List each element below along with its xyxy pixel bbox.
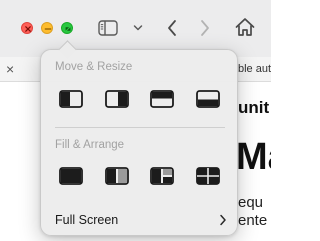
chevron-down-icon[interactable] xyxy=(133,24,143,32)
zoom-window-button[interactable] xyxy=(61,22,73,34)
page-subheading: unit xyxy=(238,98,270,117)
minimize-window-button[interactable] xyxy=(41,22,53,34)
fill-screen-icon xyxy=(59,167,83,185)
tile-right-half-button[interactable] xyxy=(104,86,130,112)
browser-window: × ble auto unit Ma equ ente Move & Resiz… xyxy=(0,0,271,241)
arrange-left-quarters-icon xyxy=(150,167,174,185)
full-screen-menu-item[interactable]: Full Screen xyxy=(47,209,233,231)
body-text-line: ente xyxy=(238,212,268,229)
close-window-button[interactable] xyxy=(21,22,33,34)
arrange-left-quarters-button[interactable] xyxy=(149,163,175,189)
section-divider xyxy=(55,127,225,128)
sidebar-icon[interactable] xyxy=(98,20,118,36)
fullscreen-arrows-icon xyxy=(65,27,71,31)
arrange-quarters-icon xyxy=(196,167,220,185)
minus-icon xyxy=(44,28,52,30)
tile-bottom-half-button[interactable] xyxy=(195,86,221,112)
window-tiling-popover: Move & Resize Fill & Arrange Full Screen xyxy=(40,40,238,236)
move-resize-actions xyxy=(58,86,224,112)
move-resize-section-label: Move & Resize xyxy=(55,61,133,73)
home-icon[interactable] xyxy=(234,16,256,38)
chevron-right-icon xyxy=(220,214,226,226)
arrange-left-right-icon xyxy=(105,167,129,185)
arrange-left-right-button[interactable] xyxy=(104,163,130,189)
fill-arrange-section-label: Fill & Arrange xyxy=(55,139,125,151)
tile-right-half-icon xyxy=(105,90,129,108)
full-screen-label: Full Screen xyxy=(55,213,119,227)
arrange-quarters-button[interactable] xyxy=(195,163,221,189)
fill-arrange-actions xyxy=(58,163,224,189)
forward-arrow-icon[interactable] xyxy=(199,18,211,38)
fill-screen-button[interactable] xyxy=(58,163,84,189)
tile-bottom-half-icon xyxy=(196,90,220,108)
tab-title[interactable]: ble auto xyxy=(238,63,271,75)
tab-close-button[interactable]: × xyxy=(6,61,14,77)
tile-left-half-button[interactable] xyxy=(58,86,84,112)
body-text-line: equ xyxy=(238,194,264,211)
back-arrow-icon[interactable] xyxy=(166,18,178,38)
close-x-icon xyxy=(25,26,31,32)
tile-top-half-button[interactable] xyxy=(149,86,175,112)
page-title: Ma xyxy=(236,136,271,178)
tile-top-half-icon xyxy=(150,90,174,108)
tile-left-half-icon xyxy=(59,90,83,108)
